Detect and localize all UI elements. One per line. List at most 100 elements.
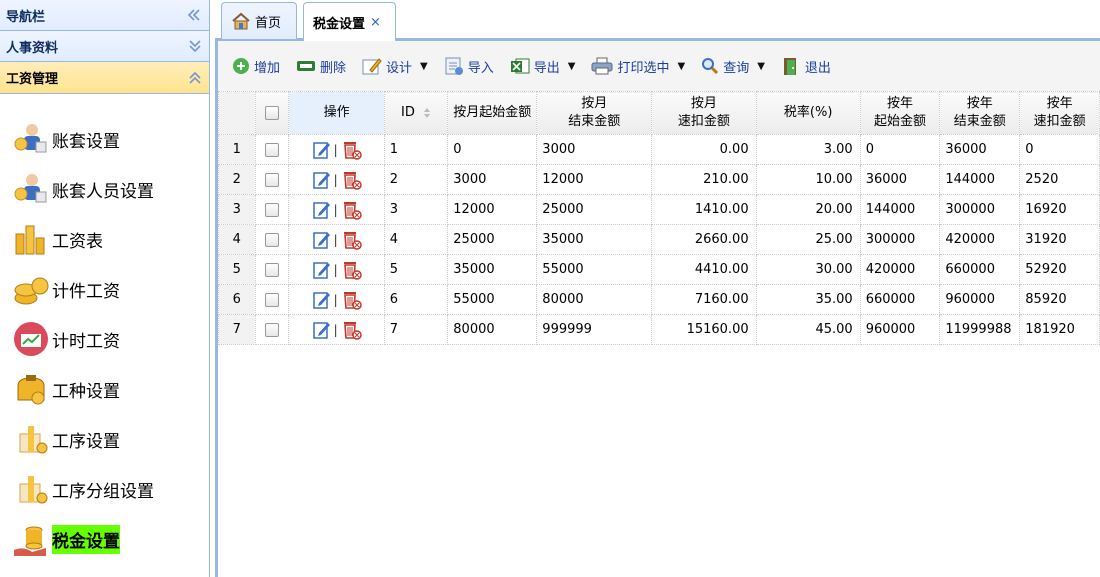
edit-icon[interactable] (312, 260, 332, 280)
select-all-checkbox[interactable] (265, 106, 280, 120)
row-select-cell[interactable] (254, 134, 290, 165)
trash-icon[interactable] (340, 259, 362, 281)
column-header-yearly-quick[interactable]: 按年 速扣金额 (1019, 91, 1100, 135)
trash-icon[interactable] (340, 199, 362, 221)
chart-circle-icon (14, 322, 48, 356)
edit-icon[interactable] (312, 320, 332, 340)
close-icon[interactable]: × (370, 15, 381, 30)
cell-rate: 20.00 (755, 194, 861, 225)
cell-yearly-quick: 16920 (1019, 194, 1100, 225)
trash-icon[interactable] (340, 289, 362, 311)
menu-item-process[interactable]: 工序设置 (0, 414, 209, 464)
tax-grid: 操作 ID 按月起始金额 按月 结束金额 按月 速扣金额 税率(%) 按年 起始金额 … (218, 91, 1100, 345)
export-button[interactable]: 导出 ▼ (510, 57, 576, 76)
menu-item-label: 计件工资 (52, 281, 120, 302)
column-header-monthly-quick[interactable]: 按月 速扣金额 (651, 91, 757, 135)
table-row[interactable]: 3 | 3 12000 25000 1410.00 20.00 144000 3… (218, 194, 1100, 225)
cell-monthly-end: 80000 (536, 284, 653, 315)
trash-icon[interactable] (340, 169, 362, 191)
table-row[interactable]: 5 | 5 35000 55000 4410.00 30.00 420000 6… (218, 254, 1100, 285)
cell-monthly-end: 35000 (536, 224, 653, 255)
column-header-yearly-end[interactable]: 按年 结束金额 (939, 91, 1021, 135)
column-header-monthly-end[interactable]: 按月 结束金额 (536, 91, 653, 135)
edit-icon[interactable] (312, 170, 332, 190)
menu-item-tax-settings[interactable]: 税金设置 (0, 514, 209, 564)
add-button[interactable]: 增加 (232, 57, 280, 76)
cell-monthly-quick: 4410.00 (651, 254, 757, 285)
row-select-cell[interactable] (254, 254, 290, 285)
menu-item-label: 工序设置 (52, 431, 120, 452)
edit-icon[interactable] (312, 230, 332, 250)
cell-monthly-start: 25000 (447, 224, 538, 255)
cell-yearly-start: 420000 (859, 254, 941, 285)
tab-label: 首页 (255, 15, 282, 31)
column-header-yearly-start[interactable]: 按年 起始金额 (859, 91, 941, 135)
edit-icon[interactable] (312, 200, 332, 220)
cell-yearly-start: 0 (859, 134, 941, 165)
nav-panel-header[interactable]: 导航栏 (0, 0, 209, 31)
table-row[interactable]: 2 | 2 3000 12000 210.00 10.00 36000 1440… (218, 164, 1100, 195)
chevron-down-icon[interactable]: ▼ (420, 61, 428, 72)
menu-item-payroll-sheet[interactable]: 工资表 (0, 214, 209, 264)
trash-icon[interactable] (340, 319, 362, 341)
table-row[interactable]: 6 | 6 55000 80000 7160.00 35.00 660000 9… (218, 284, 1100, 315)
row-checkbox[interactable] (265, 172, 280, 187)
tab-home[interactable]: 首页 (221, 2, 297, 39)
row-checkbox[interactable] (265, 322, 280, 337)
menu-item-job-type[interactable]: 工种设置 (0, 364, 209, 414)
row-select-cell[interactable] (254, 314, 290, 345)
tab-tax-settings[interactable]: 税金设置 × (303, 2, 396, 41)
row-number: 1 (218, 134, 256, 165)
chevron-down-icon[interactable]: ▼ (568, 61, 576, 72)
table-row[interactable]: 1 | 1 0 3000 0.00 3.00 0 36000 0 (218, 134, 1100, 165)
trash-icon[interactable] (340, 229, 362, 251)
row-ops-cell: | (288, 134, 385, 165)
menu-item-piece-wage[interactable]: 计件工资 (0, 264, 209, 314)
chevron-down-icon[interactable]: ▼ (678, 61, 686, 72)
menu-item-account-staff[interactable]: 账套人员设置 (0, 164, 209, 214)
print-selected-button[interactable]: 打印选中 ▼ (591, 57, 685, 76)
delete-button[interactable]: 删除 (296, 57, 346, 76)
design-icon (362, 58, 382, 75)
row-select-cell[interactable] (254, 224, 290, 255)
edit-icon[interactable] (312, 140, 332, 160)
query-button[interactable]: 查询 ▼ (701, 57, 765, 76)
trash-icon[interactable] (340, 139, 362, 161)
row-checkbox[interactable] (265, 142, 280, 157)
ops-separator: | (333, 262, 338, 277)
row-checkbox[interactable] (265, 292, 280, 307)
table-row[interactable]: 4 | 4 25000 35000 2660.00 25.00 300000 4… (218, 224, 1100, 255)
section-personnel[interactable]: 人事资料 (0, 31, 209, 62)
accounting-person-icon (14, 124, 47, 153)
edit-icon[interactable] (312, 290, 332, 310)
column-header-rate[interactable]: 税率(%) (755, 91, 861, 135)
section-payroll[interactable]: 工资管理 (0, 62, 209, 94)
row-select-cell[interactable] (254, 284, 290, 315)
row-select-cell[interactable] (254, 194, 290, 225)
tax-table: 操作 ID 按月起始金额 按月 结束金额 按月 速扣金额 税率(%) 按年 起始金额 … (218, 91, 1100, 345)
row-select-cell[interactable] (254, 164, 290, 195)
chevron-down-icon[interactable]: ▼ (757, 61, 765, 72)
collapse-up-icon[interactable] (189, 71, 201, 85)
row-checkbox[interactable] (265, 232, 280, 247)
import-button[interactable]: 导入 (444, 57, 494, 76)
menu-item-process-group[interactable]: 工序分组设置 (0, 464, 209, 514)
column-header-id[interactable]: ID (383, 91, 449, 135)
menu-item-account-set[interactable]: 账套设置 (0, 114, 209, 164)
design-button[interactable]: 设计 ▼ (362, 57, 428, 76)
exit-button[interactable]: 退出 (781, 56, 831, 76)
column-header-monthly-start[interactable]: 按月起始金额 (447, 91, 538, 135)
row-checkbox[interactable] (265, 262, 280, 277)
table-row[interactable]: 7 | 7 80000 999999 15160.00 45.00 960000… (218, 314, 1100, 345)
sort-icon[interactable] (423, 107, 431, 119)
tab-bar: 首页 税金设置 × (215, 0, 1100, 41)
printer-icon (591, 57, 613, 75)
select-all-header[interactable] (254, 91, 290, 135)
collapse-left-icon[interactable] (187, 9, 201, 21)
row-checkbox[interactable] (265, 202, 280, 217)
menu-item-hourly-wage[interactable]: 计时工资 (0, 314, 209, 364)
header-line: 按年 (966, 96, 993, 111)
expand-down-icon[interactable] (189, 39, 201, 53)
row-number: 3 (218, 194, 256, 225)
row-ops-cell: | (288, 314, 385, 345)
